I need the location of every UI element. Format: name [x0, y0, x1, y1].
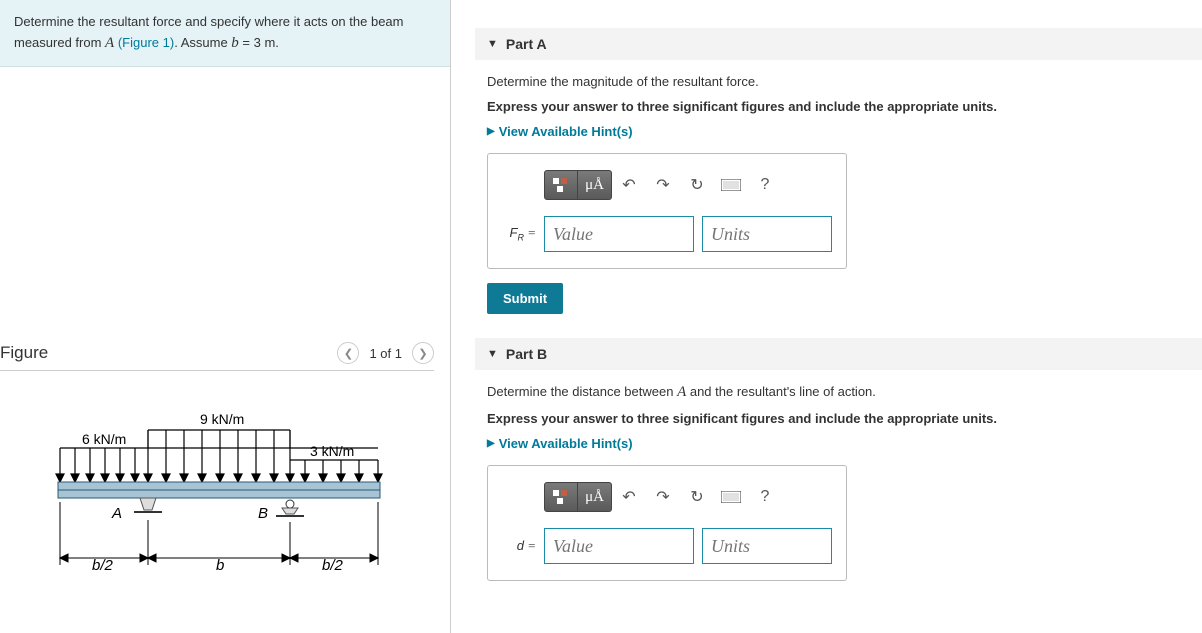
- point-b-label: B: [258, 505, 268, 522]
- undo-icon[interactable]: ↶: [612, 482, 646, 512]
- help-icon[interactable]: ?: [748, 170, 782, 200]
- templates-icon[interactable]: [544, 482, 578, 512]
- part-a-hints-link[interactable]: ▶ View Available Hint(s): [487, 124, 1190, 139]
- problem-text-2: . Assume: [174, 35, 231, 50]
- part-b-header[interactable]: ▼ Part B: [475, 338, 1202, 370]
- keyboard-icon[interactable]: [714, 482, 748, 512]
- keyboard-icon[interactable]: [714, 170, 748, 200]
- figure-count: 1 of 1: [369, 346, 402, 361]
- figure-title: Figure: [0, 343, 48, 363]
- units-icon[interactable]: μÅ: [578, 170, 612, 200]
- caret-down-icon: ▼: [487, 38, 498, 50]
- part-a-units-input[interactable]: [702, 216, 832, 252]
- part-b-instructions: Express your answer to three significant…: [487, 411, 1190, 426]
- redo-icon[interactable]: ↷: [646, 170, 680, 200]
- undo-icon[interactable]: ↶: [612, 170, 646, 200]
- reset-icon[interactable]: ↻: [680, 170, 714, 200]
- part-a-header[interactable]: ▼ Part A: [475, 28, 1202, 60]
- figure-header: Figure ❮ 1 of 1 ❯: [0, 342, 434, 371]
- part-b-units-input[interactable]: [702, 528, 832, 564]
- period: .: [275, 35, 279, 50]
- point-a-label: A: [111, 505, 122, 522]
- help-icon[interactable]: ?: [748, 482, 782, 512]
- load-mid-label: 9 kN/m: [200, 411, 244, 427]
- part-a-var-label: FR =: [506, 225, 536, 243]
- dim-b: b: [216, 557, 224, 574]
- figure-next-button[interactable]: ❯: [412, 342, 434, 364]
- part-a-answer-box: μÅ ↶ ↷ ↻ ? FR =: [487, 153, 847, 269]
- part-b-hints-link[interactable]: ▶ View Available Hint(s): [487, 436, 1190, 451]
- part-a-instructions: Express your answer to three significant…: [487, 99, 1190, 114]
- beam-diagram: 6 kN/m 9 kN/m 3 kN/m A B b/2 b b/2: [40, 410, 400, 590]
- part-b-var-label: d =: [506, 538, 536, 554]
- reset-icon[interactable]: ↻: [680, 482, 714, 512]
- part-b-value-input[interactable]: [544, 528, 694, 564]
- figure-prev-button[interactable]: ❮: [337, 342, 359, 364]
- part-b-title: Part B: [506, 346, 547, 362]
- units-icon[interactable]: μÅ: [578, 482, 612, 512]
- caret-down-icon: ▼: [487, 348, 498, 360]
- triangle-right-icon: ▶: [487, 126, 495, 137]
- dim-b2-left: b/2: [92, 557, 114, 574]
- load-right-label: 3 kN/m: [310, 443, 354, 459]
- part-b-answer-box: μÅ ↶ ↷ ↻ ? d =: [487, 465, 847, 581]
- part-a-value-input[interactable]: [544, 216, 694, 252]
- part-a-title: Part A: [506, 36, 547, 52]
- part-a-prompt: Determine the magnitude of the resultant…: [487, 74, 1190, 89]
- dim-b2-right: b/2: [322, 557, 344, 574]
- problem-statement: Determine the resultant force and specif…: [0, 0, 450, 67]
- figure-link[interactable]: (Figure 1): [118, 35, 174, 50]
- part-a-submit-button[interactable]: Submit: [487, 283, 563, 314]
- load-left-label: 6 kN/m: [82, 431, 126, 447]
- triangle-right-icon: ▶: [487, 438, 495, 449]
- part-b-prompt: Determine the distance between A and the…: [487, 384, 1190, 401]
- templates-icon[interactable]: [544, 170, 578, 200]
- redo-icon[interactable]: ↷: [646, 482, 680, 512]
